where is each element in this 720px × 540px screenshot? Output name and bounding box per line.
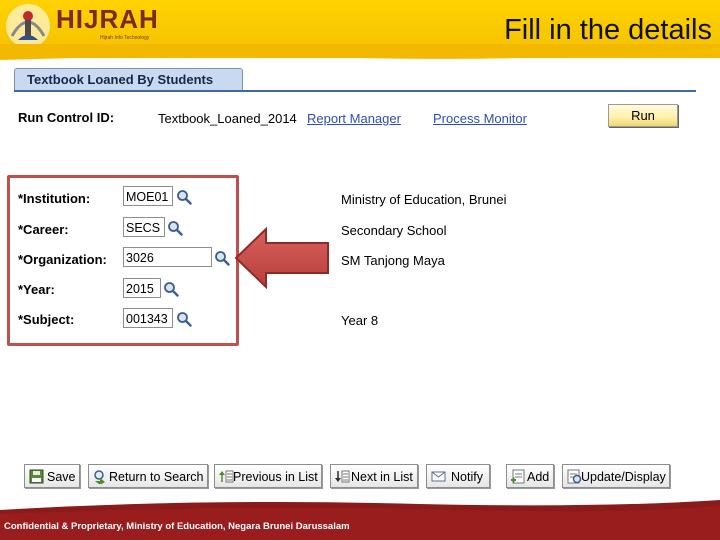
career-input[interactable]: SECS — [123, 217, 165, 237]
tab-textbook-loaned[interactable]: Textbook Loaned By Students — [14, 68, 243, 91]
notify-label: Notify — [451, 470, 483, 484]
subject-input[interactable]: 001343 — [123, 308, 173, 328]
next-in-list-label: Next in List — [351, 470, 413, 484]
tab-underline — [14, 90, 696, 92]
process-monitor-link[interactable]: Process Monitor — [433, 111, 527, 126]
return-icon — [94, 470, 105, 484]
update-display-label: Update/Display — [581, 470, 666, 484]
lookup-magnifier-icon[interactable] — [163, 281, 179, 297]
organization-input[interactable]: 3026 — [123, 247, 212, 267]
add-button[interactable]: Add — [506, 464, 554, 488]
run-control-label: Run Control ID: — [18, 110, 115, 125]
banner-curve — [0, 44, 720, 62]
run-control-value: Textbook_Loaned_2014 — [158, 111, 297, 126]
year-input[interactable]: 2015 — [123, 278, 161, 298]
institution-input[interactable]: MOE01 — [123, 186, 173, 206]
hijrah-logo: HIJRAH Hijrah Info Technology — [4, 2, 158, 50]
next-in-list-button[interactable]: Next in List — [330, 464, 418, 488]
slide-title: Fill in the details — [504, 14, 712, 46]
logo-tagline: Hijrah Info Technology — [100, 35, 150, 41]
save-label: Save — [47, 470, 76, 484]
lookup-magnifier-icon[interactable] — [176, 189, 192, 205]
add-icon — [511, 469, 525, 484]
footer-band: Confidential & Proprietary, Ministry of … — [0, 500, 720, 540]
update-display-button[interactable]: Update/Display — [562, 464, 670, 488]
report-manager-link[interactable]: Report Manager — [307, 111, 401, 126]
add-label: Add — [527, 470, 550, 484]
hijrah-emblem-icon — [6, 4, 50, 48]
save-icon — [29, 469, 44, 484]
run-button[interactable]: Run — [608, 104, 678, 127]
year-label: *Year: — [18, 282, 55, 297]
previous-in-list-label: Previous in List — [233, 470, 318, 484]
footer-text: Confidential & Proprietary, Ministry of … — [4, 521, 350, 532]
institution-label: *Institution: — [18, 191, 91, 206]
career-description: Secondary School — [341, 223, 447, 238]
organization-description: SM Tanjong Maya — [341, 253, 445, 268]
lookup-magnifier-icon[interactable] — [214, 250, 230, 266]
previous-in-list-button[interactable]: Previous in List — [214, 464, 322, 488]
update-display-icon — [567, 469, 582, 484]
return-to-search-label: Return to Search — [109, 470, 204, 484]
subject-label: *Subject: — [18, 312, 75, 327]
right-arrow-icon — [234, 227, 329, 289]
return-to-search-button[interactable]: Return to Search — [88, 464, 208, 488]
institution-description: Ministry of Education, Brunei — [341, 192, 507, 207]
next-icon — [335, 470, 350, 483]
lookup-magnifier-icon[interactable] — [167, 220, 183, 236]
lookup-magnifier-icon[interactable] — [176, 311, 192, 327]
page-tab-strip: Textbook Loaned By Students — [14, 68, 696, 92]
subject-description: Year 8 — [341, 313, 379, 328]
save-button[interactable]: Save — [24, 464, 80, 488]
career-label: *Career: — [18, 222, 69, 237]
notify-button[interactable]: Notify — [426, 464, 490, 488]
previous-icon — [219, 470, 234, 483]
organization-label: *Organization: — [18, 252, 107, 267]
logo-text: HIJRAH — [56, 4, 159, 34]
notify-icon — [431, 471, 446, 482]
